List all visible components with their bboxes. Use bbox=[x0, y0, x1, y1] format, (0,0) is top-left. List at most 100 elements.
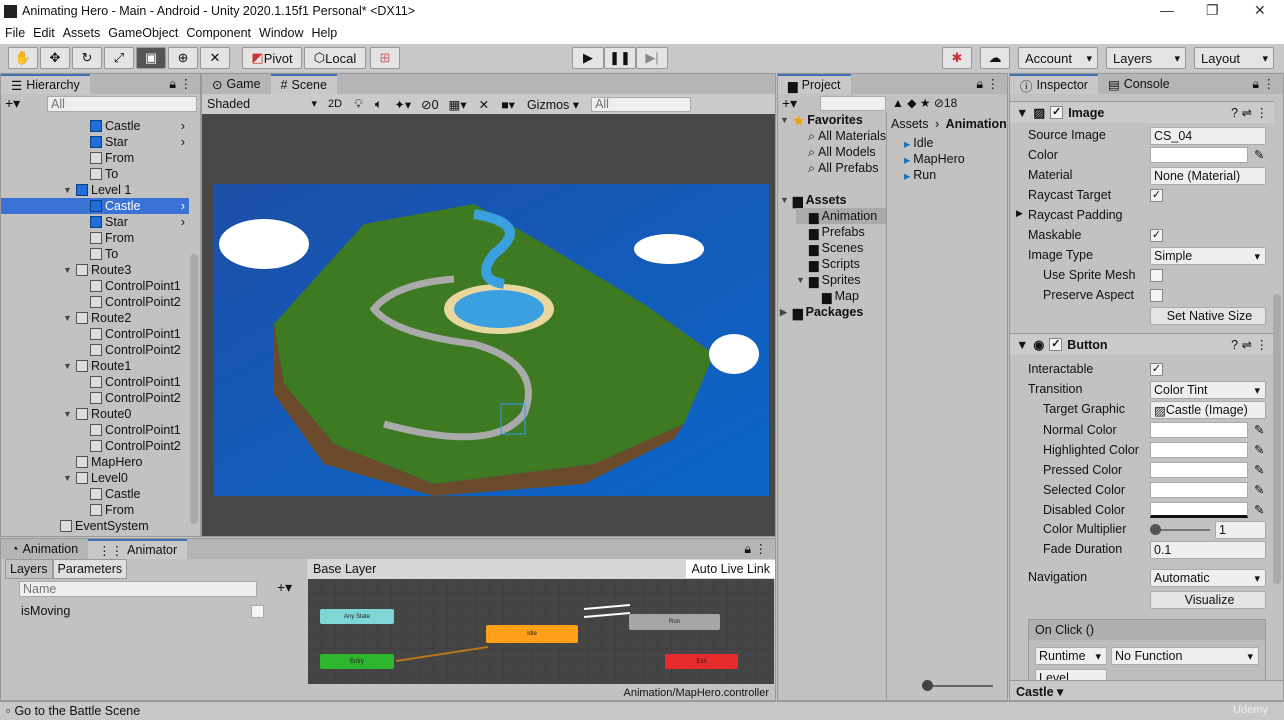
eyedropper-icon[interactable]: ✎ bbox=[1254, 422, 1264, 437]
eyedropper-icon[interactable]: ✎ bbox=[1254, 462, 1264, 477]
tools-icon[interactable]: ✕ bbox=[473, 97, 495, 112]
cloud-icon[interactable]: ☁ bbox=[980, 47, 1010, 69]
status-message[interactable]: Go to the Battle Scene bbox=[14, 704, 140, 718]
image-component-header[interactable]: ▼ ▨ ✓ Image? ⇌ ⋮ bbox=[1010, 101, 1274, 123]
maximize-button[interactable]: ❐ bbox=[1206, 2, 1219, 19]
ismoving-checkbox[interactable] bbox=[251, 605, 264, 618]
image-prop-field[interactable]: None (Material) bbox=[1150, 167, 1266, 185]
scene-search-input[interactable] bbox=[591, 96, 692, 112]
hidden-objects-toggle[interactable]: ⊘0 bbox=[417, 97, 442, 112]
hierarchy-item[interactable]: From bbox=[1, 502, 189, 518]
custom-tool-icon[interactable]: ✕ bbox=[200, 47, 230, 69]
expand-arrow-icon[interactable]: ▼ bbox=[63, 313, 73, 323]
hierarchy-item[interactable]: Castle › bbox=[1, 118, 189, 134]
color-swatch[interactable] bbox=[1150, 147, 1248, 163]
image-prop-checkbox[interactable] bbox=[1150, 289, 1163, 302]
menu-window[interactable]: Window bbox=[259, 26, 303, 40]
assets-folder[interactable]: ▼ ▆ Assets bbox=[780, 192, 847, 208]
color-swatch[interactable] bbox=[1150, 462, 1248, 478]
menu-component[interactable]: Component bbox=[186, 26, 251, 40]
hierarchy-item[interactable]: ControlPoint1 bbox=[1, 422, 189, 438]
create-asset-button[interactable]: +▾ bbox=[782, 95, 797, 112]
menu-edit[interactable]: Edit bbox=[33, 26, 55, 40]
rotate-tool-icon[interactable]: ↻ bbox=[72, 47, 102, 69]
expand-arrow-icon[interactable]: ▼ bbox=[63, 265, 73, 275]
color-swatch[interactable] bbox=[1150, 442, 1248, 458]
packages-folder[interactable]: ▶ ▆ Packages bbox=[780, 304, 863, 320]
expand-arrow-icon[interactable]: ▼ bbox=[63, 185, 73, 195]
image-prop-checkbox[interactable]: ✓ bbox=[1150, 229, 1163, 242]
hierarchy-item[interactable]: ControlPoint2 bbox=[1, 294, 189, 310]
hierarchy-item[interactable]: ▼ Route1 bbox=[1, 358, 189, 374]
fade-duration-input[interactable]: 0.1 bbox=[1150, 541, 1266, 559]
hierarchy-item[interactable]: ControlPoint1 bbox=[1, 278, 189, 294]
layers-tab[interactable]: Layers bbox=[5, 559, 53, 579]
hierarchy-item[interactable]: Castle bbox=[1, 486, 189, 502]
color-swatch[interactable] bbox=[1150, 422, 1248, 438]
state-exit[interactable]: Exit bbox=[665, 654, 738, 669]
transform-tool-icon[interactable]: ⊕ bbox=[168, 47, 198, 69]
menu-gameobject[interactable]: GameObject bbox=[108, 26, 178, 40]
eyedropper-icon[interactable]: ✎ bbox=[1254, 442, 1264, 457]
hierarchy-item[interactable]: MapHero bbox=[1, 454, 189, 470]
eyedropper-icon[interactable]: ✎ bbox=[1254, 502, 1264, 517]
hierarchy-item[interactable]: Castle › bbox=[1, 198, 189, 214]
expand-arrow-icon[interactable]: ▼ bbox=[63, 473, 73, 483]
expand-arrow-icon[interactable]: ▼ bbox=[63, 361, 73, 371]
hierarchy-item[interactable]: To bbox=[1, 246, 189, 262]
fav-all-models[interactable]: ⌕ All Models bbox=[808, 144, 876, 160]
hierarchy-item[interactable]: From bbox=[1, 230, 189, 246]
pivot-button[interactable]: ◩ Pivot bbox=[242, 47, 302, 69]
add-parameter-button[interactable]: +▾ bbox=[277, 579, 292, 596]
tab-hierarchy[interactable]: ☰ Hierarchy bbox=[1, 74, 90, 94]
step-button[interactable]: ▶| bbox=[636, 47, 668, 69]
expand-arrow-icon[interactable]: ▶ bbox=[1016, 208, 1023, 219]
runtime-dropdown[interactable]: Runtime bbox=[1035, 647, 1107, 665]
state-run[interactable]: Run bbox=[629, 614, 720, 630]
rect-tool-icon[interactable]: ▣ bbox=[136, 47, 166, 69]
parameters-tab[interactable]: Parameters bbox=[52, 559, 128, 579]
state-entry[interactable]: Entry bbox=[320, 654, 394, 669]
chevron-right-icon[interactable]: › bbox=[181, 119, 185, 133]
navigation-dropdown[interactable]: Automatic bbox=[1150, 569, 1266, 587]
hand-tool-icon[interactable]: ✋ bbox=[8, 47, 38, 69]
scale-tool-icon[interactable]: ⤢ bbox=[104, 47, 134, 69]
hierarchy-item[interactable]: ControlPoint2 bbox=[1, 390, 189, 406]
lighting-icon[interactable]: 💡︎ bbox=[348, 97, 369, 112]
lock-icon[interactable]: 🔒︎ ⋮ bbox=[976, 76, 999, 92]
file-maphero[interactable]: ▸ MapHero bbox=[904, 151, 965, 167]
close-button[interactable]: ✕ bbox=[1254, 2, 1266, 19]
file-idle[interactable]: ▸ Idle bbox=[904, 135, 933, 151]
favorites-folder[interactable]: ▼ ★ Favorites bbox=[780, 112, 863, 128]
image-enabled-checkbox[interactable]: ✓ bbox=[1050, 106, 1064, 119]
hierarchy-item[interactable]: ▼ Route2 bbox=[1, 310, 189, 326]
local-button[interactable]: ⬡ Local bbox=[304, 47, 366, 69]
hierarchy-item[interactable]: ▼ Route0 bbox=[1, 406, 189, 422]
color-multiplier-input[interactable]: 1 bbox=[1215, 521, 1266, 539]
project-search-input[interactable] bbox=[820, 96, 886, 111]
hierarchy-item[interactable]: Star › bbox=[1, 134, 189, 150]
hierarchy-search-input[interactable] bbox=[47, 96, 197, 112]
lock-icon[interactable]: 🔒︎ ⋮ bbox=[169, 76, 192, 92]
menu-assets[interactable]: Assets bbox=[63, 26, 101, 40]
tab-animation[interactable]: ◔ Animation bbox=[1, 539, 88, 559]
grid-snap-icon[interactable]: ⊞ bbox=[370, 47, 400, 69]
function-dropdown[interactable]: No Function bbox=[1111, 647, 1259, 665]
chevron-right-icon[interactable]: › bbox=[181, 135, 185, 149]
hierarchy-item[interactable]: ▼ Route3 bbox=[1, 262, 189, 278]
component-menu-icons[interactable]: ? ⇌ ⋮ bbox=[1231, 105, 1268, 120]
eyedropper-icon[interactable]: ✎ bbox=[1254, 147, 1264, 162]
tab-console[interactable]: ▤ Console bbox=[1098, 74, 1180, 94]
camera-icon[interactable]: ■▾ bbox=[495, 97, 521, 112]
auto-live-link-button[interactable]: Auto Live Link bbox=[686, 560, 775, 578]
menu-file[interactable]: File bbox=[5, 26, 25, 40]
image-prop-checkbox[interactable] bbox=[1150, 269, 1163, 282]
visualize-button[interactable]: Visualize bbox=[1150, 591, 1266, 609]
hierarchy-item[interactable]: ControlPoint2 bbox=[1, 438, 189, 454]
hierarchy-item[interactable]: Star › bbox=[1, 214, 189, 230]
tab-inspector[interactable]: ⓘ Inspector bbox=[1010, 74, 1098, 94]
image-prop-field[interactable]: CS_04 bbox=[1150, 127, 1266, 145]
folder-sprites[interactable]: ▼ ▆ Sprites bbox=[796, 272, 861, 288]
hierarchy-item[interactable]: From bbox=[1, 150, 189, 166]
account-dropdown[interactable]: Account bbox=[1018, 47, 1098, 69]
